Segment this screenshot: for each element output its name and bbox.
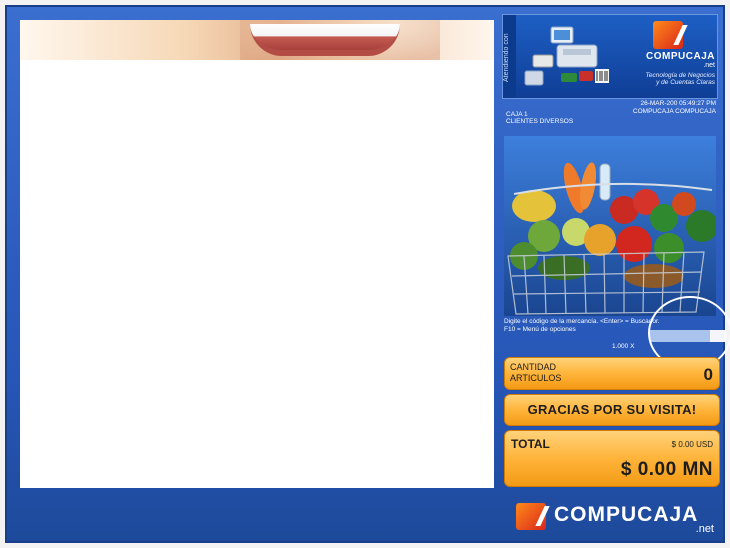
thanks-message: GRACIAS POR SU VISITA!: [504, 394, 720, 426]
smile-banner-image: [20, 20, 494, 60]
ad-slogan: Tecnología de Negocios y de Cuentas Clar…: [645, 72, 715, 86]
grocery-basket-image: [504, 136, 716, 316]
ad-brand: COMPUCAJA: [646, 51, 715, 62]
total-usd: $ 0.00 USD: [671, 440, 713, 449]
datetime-label: 26-MAR-200 05:49:27 PM: [640, 100, 716, 107]
footer-suffix: .net: [695, 523, 714, 535]
customer-label: CLIENTES DIVERSOS: [506, 118, 574, 125]
quantity-label: CANTIDAD ARTICULOS: [510, 362, 562, 383]
ad-side-text: Atendiendo con: [503, 15, 516, 98]
ad-banner: Atendiendo con COMPUCAJA .net Tecnología…: [502, 14, 718, 99]
register-label: CAJA 1: [506, 111, 528, 118]
compucaja-logo-icon: [653, 21, 683, 49]
footer-brand: COMPUCAJA: [554, 503, 699, 526]
footer-logo: COMPUCAJA .net: [510, 497, 720, 537]
user-label: COMPUCAJA COMPUCAJA: [632, 108, 716, 115]
status-info: 26-MAR-200 05:49:27 PM COMPUCAJA COMPUCA…: [506, 100, 716, 130]
quantity-value: 0: [703, 365, 713, 384]
total-panel: TOTAL $ 0.00 USD $ 0.00 MN: [504, 430, 720, 487]
compucaja-logo-icon: [516, 503, 546, 530]
pos-devices-image: [524, 26, 609, 86]
quantity-panel: CANTIDAD ARTICULOS 0: [504, 357, 720, 390]
total-label: TOTAL: [511, 437, 550, 451]
total-mn: $ 0.00 MN: [620, 459, 713, 480]
receipt-area: [20, 20, 494, 488]
quantity-prefix: 1.000 X: [612, 343, 635, 350]
ad-brand-suffix: .net: [703, 62, 715, 69]
